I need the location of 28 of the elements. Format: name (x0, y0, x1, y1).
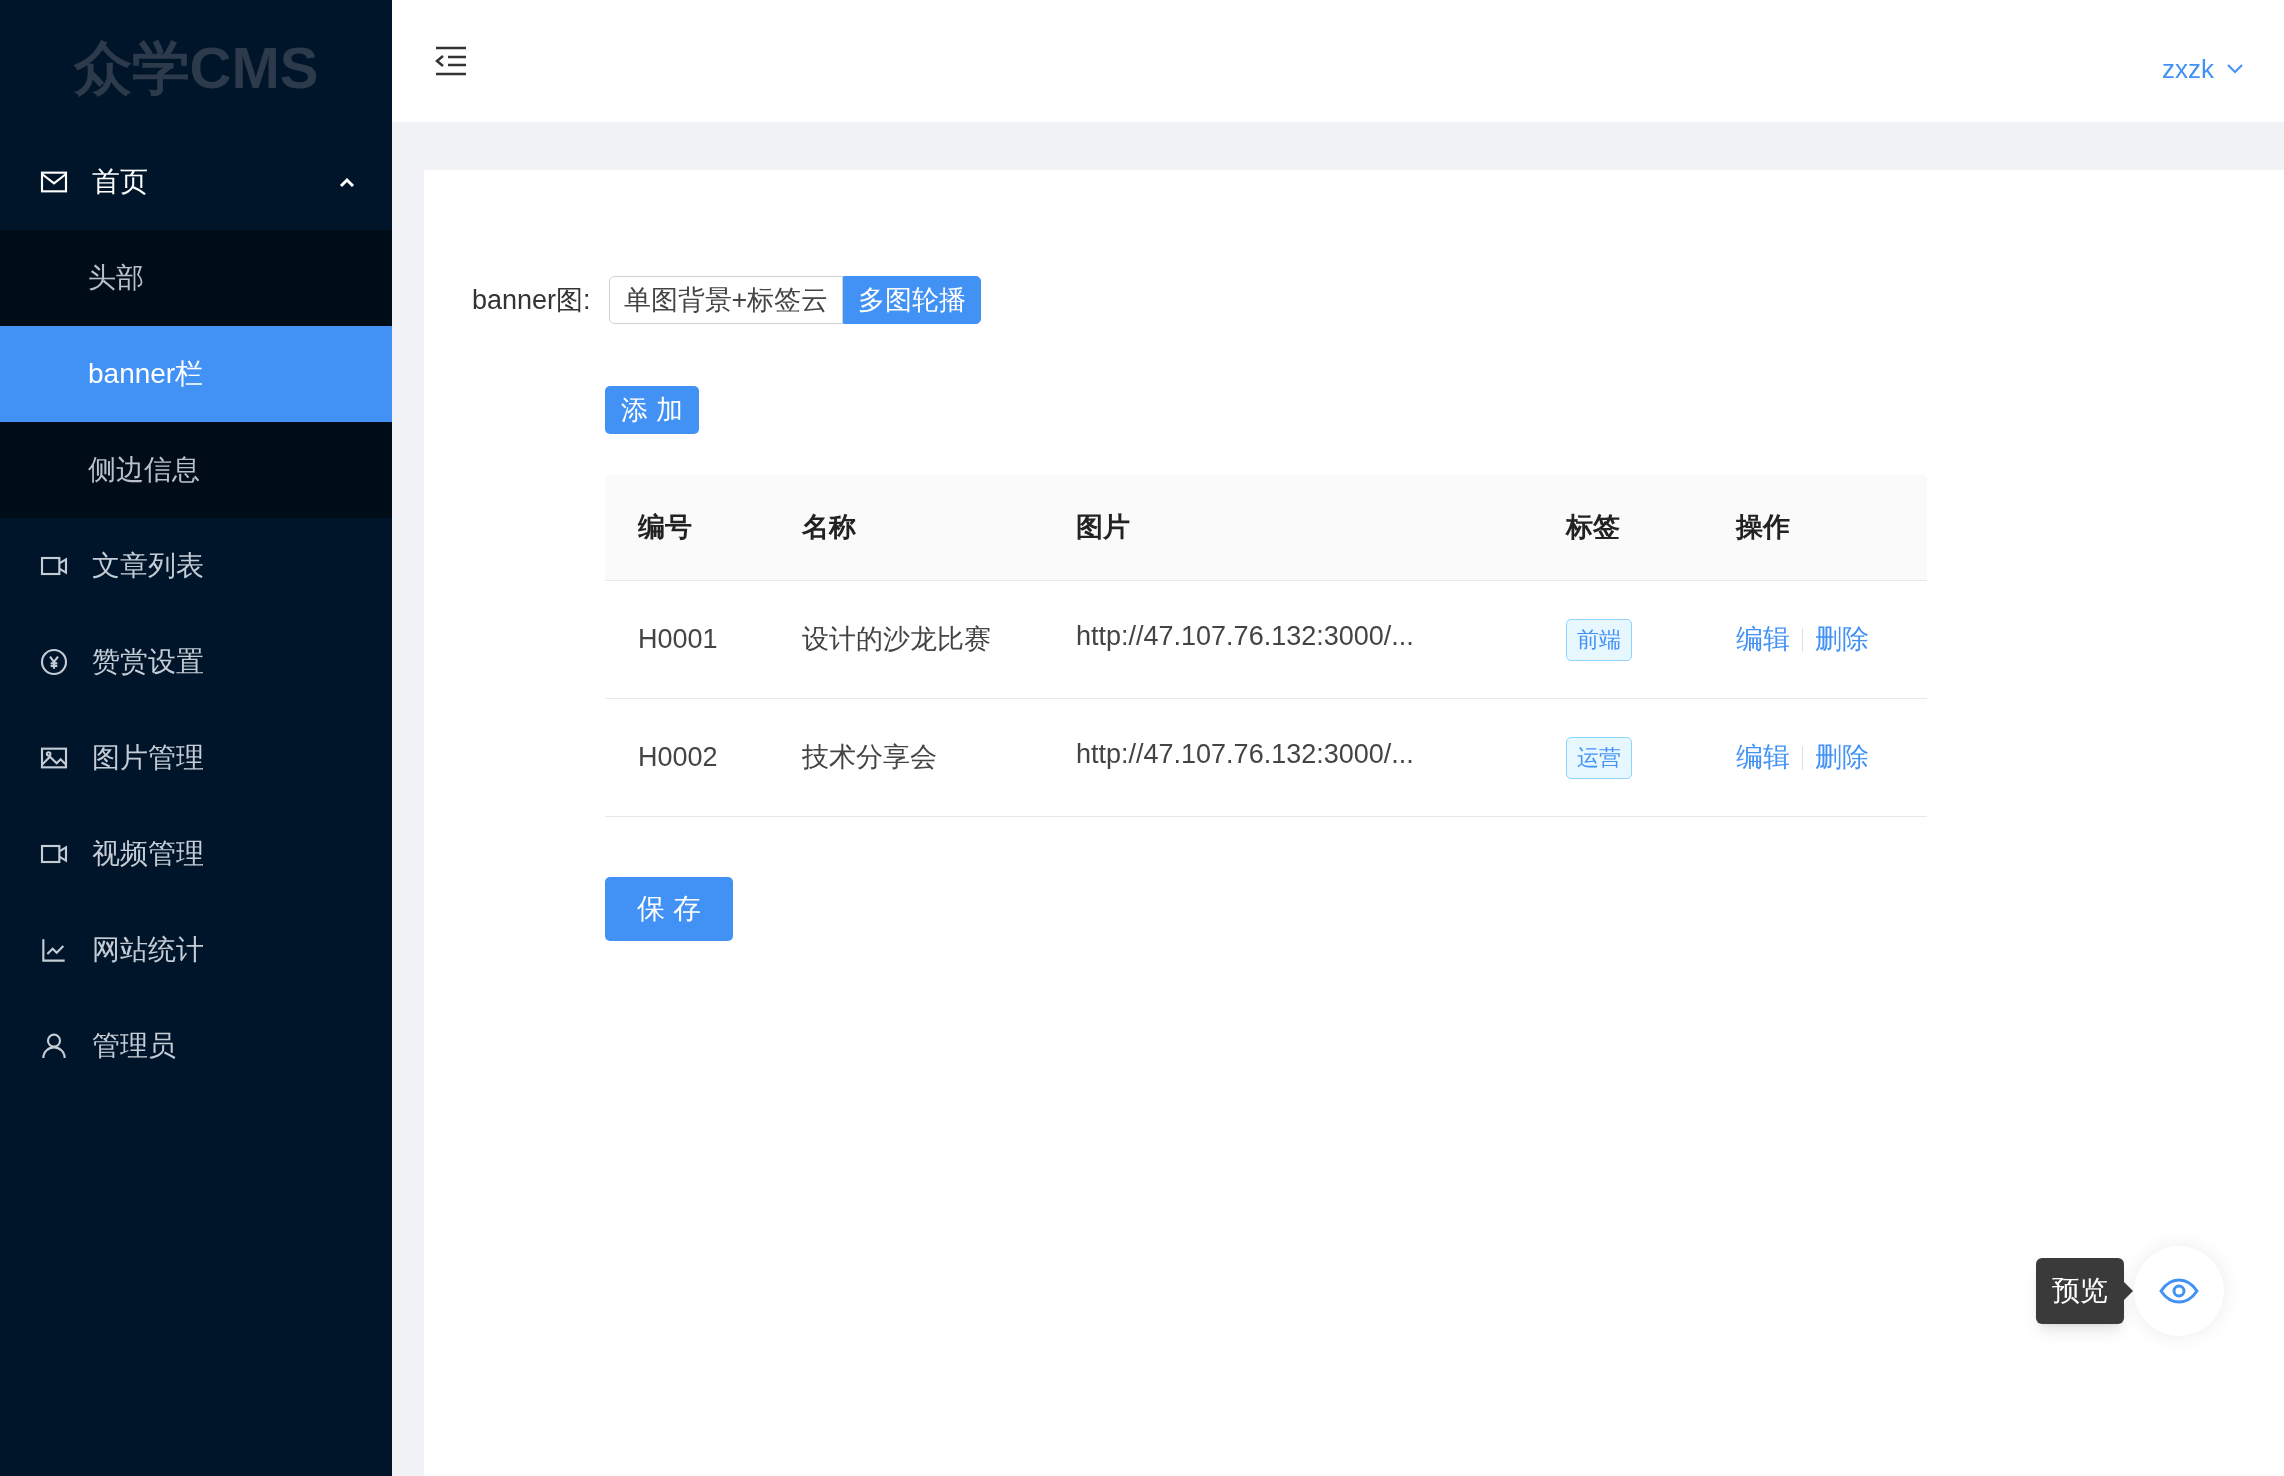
table-cell-text: H0001 (637, 623, 719, 657)
column-header: 操作 (1736, 510, 1791, 544)
menu-item[interactable]: 图片管理 (0, 710, 392, 806)
menu-item[interactable]: 管理员 (0, 998, 392, 1094)
menu-fold-icon[interactable] (434, 46, 468, 76)
table-cell-text: 技术分享会 (802, 741, 938, 775)
tag: 前端 (1566, 618, 1632, 661)
table-cell-text: H0002 (637, 741, 719, 775)
column-header: 编号 (637, 510, 693, 544)
menu-item[interactable]: 视频管理 (0, 806, 392, 902)
tag: 运营 (1566, 736, 1632, 779)
submenu-item[interactable]: 侧边信息 (0, 422, 392, 518)
table-cell-text: 设计的沙龙比赛 (802, 623, 992, 657)
eye-icon (2159, 1278, 2199, 1304)
column-header: 图片 (1076, 510, 1131, 544)
segment-option[interactable]: 单图背景+标签云 (608, 276, 844, 324)
column-header: 名称 (802, 510, 857, 544)
table-cell-text: http://47.107.76.132:3000/... (1076, 620, 1414, 654)
menu-item[interactable]: 网站统计 (0, 902, 392, 998)
submenu-item[interactable]: 头部 (0, 230, 392, 326)
field-label: banner图: (472, 283, 591, 317)
chevron-down-icon (2226, 63, 2244, 75)
table-cell-text: http://47.107.76.132:3000/... (1076, 738, 1414, 772)
menu-item[interactable]: 赞赏设置 (0, 614, 392, 710)
column-header: 标签 (1566, 510, 1621, 544)
menu-item[interactable]: 首页 (0, 134, 392, 230)
yen-coin-icon (38, 646, 70, 678)
menu-item[interactable]: 文章列表 (0, 518, 392, 614)
